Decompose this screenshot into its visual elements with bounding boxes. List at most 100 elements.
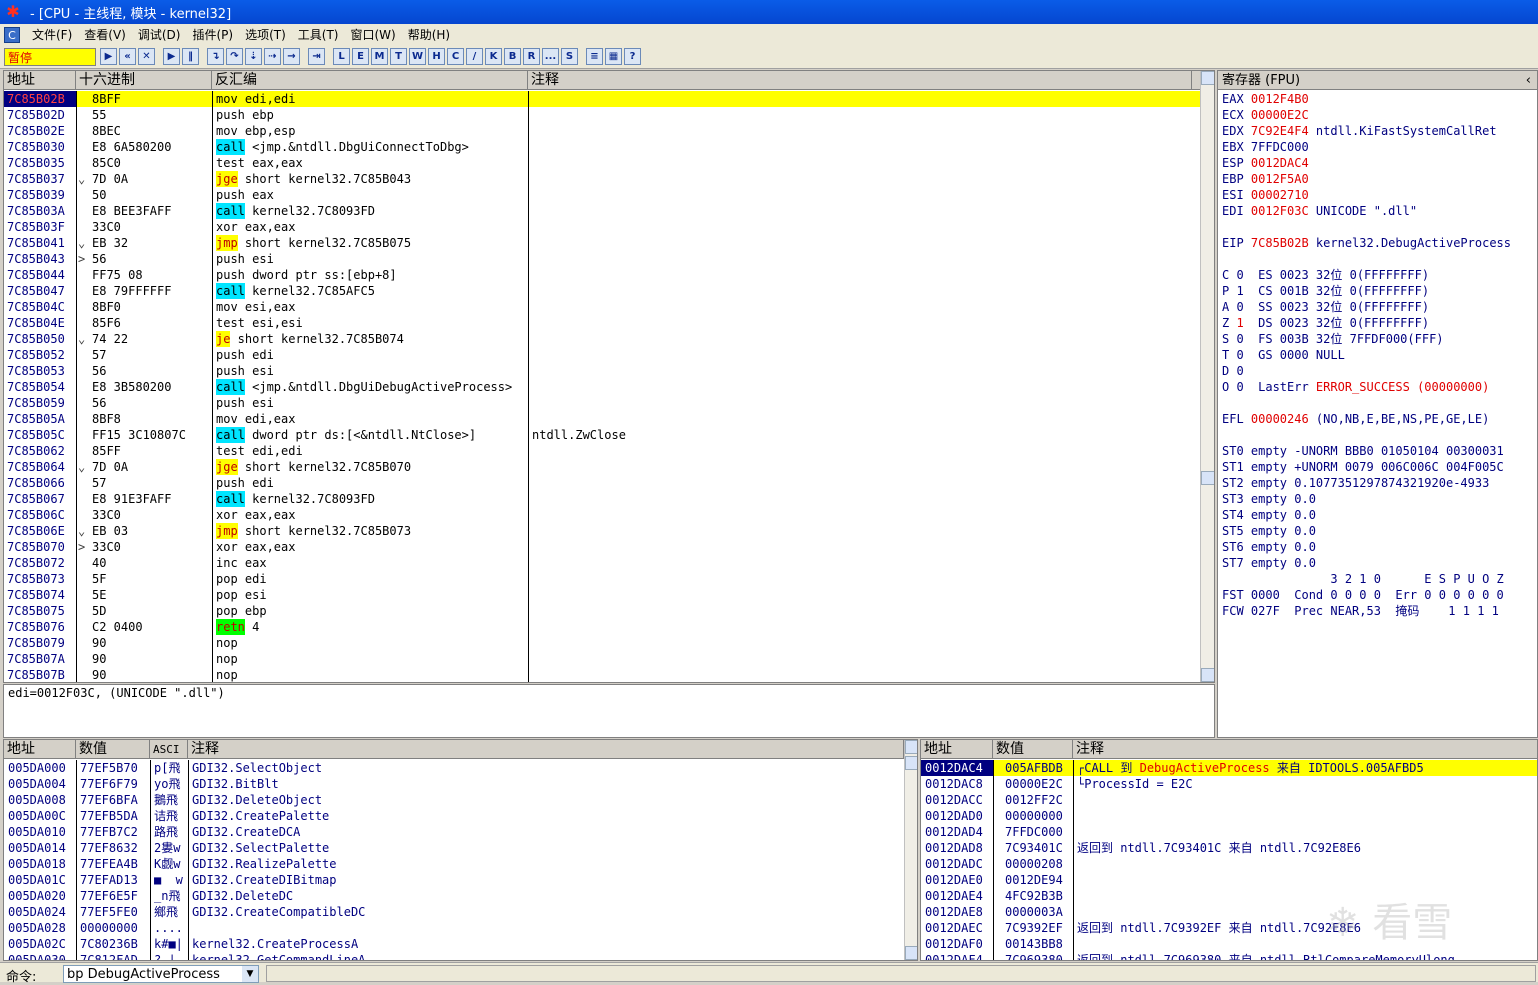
- toolbar-button-...[interactable]: ...: [542, 48, 559, 65]
- register-line[interactable]: ECX 00000E2C: [1222, 107, 1309, 123]
- step-into-icon[interactable]: ↴: [207, 48, 224, 65]
- scroll-thumb[interactable]: [905, 756, 917, 770]
- register-line[interactable]: S 0 FS 003B 32位 7FFDF000(FFF): [1222, 331, 1444, 347]
- toolbar-button-C[interactable]: C: [447, 48, 464, 65]
- scroll-thumb[interactable]: [1201, 471, 1214, 485]
- menu-item[interactable]: 插件(P): [186, 26, 239, 43]
- close-icon[interactable]: ✕: [138, 48, 155, 65]
- register-line[interactable]: EBX 7FFDC000: [1222, 139, 1309, 155]
- trace-over-icon[interactable]: ⇢: [264, 48, 281, 65]
- toolbar-button-H[interactable]: H: [428, 48, 445, 65]
- column-header[interactable]: 注释: [528, 71, 1192, 89]
- column-header[interactable]: 数值: [76, 740, 150, 758]
- disasm-row[interactable]: 7C85B052 57 push edi: [4, 347, 1200, 363]
- toolbar-button-R[interactable]: R: [523, 48, 540, 65]
- dump-row[interactable]: 005DA020 77EF6E5F _n飛 GDI32.DeleteDC: [4, 888, 904, 904]
- dump-row[interactable]: 005DA024 77EF5FE0 鄉飛 GDI32.CreateCompatible…: [4, 904, 904, 920]
- disasm-row[interactable]: 7C85B054 E8 3B580200 call <jmp.&ntdll.Dbg…: [4, 379, 1200, 395]
- disasm-row[interactable]: 7C85B062 85FF test edi,edi: [4, 443, 1200, 459]
- register-line[interactable]: ESI 00002710: [1222, 187, 1309, 203]
- trace-into-icon[interactable]: ⇣: [245, 48, 262, 65]
- dump-row[interactable]: 005DA01C 77EFAD13 ■ w GDI32.CreateDIBitmap: [4, 872, 904, 888]
- menu-item[interactable]: 选项(T): [239, 26, 292, 43]
- scroll-up-icon[interactable]: [1201, 71, 1214, 85]
- toolbar-button-W[interactable]: W: [409, 48, 426, 65]
- help-icon[interactable]: ?: [624, 48, 641, 65]
- column-header[interactable]: 地址: [4, 740, 76, 758]
- toolbar-button-S[interactable]: S: [561, 48, 578, 65]
- column-header[interactable]: 十六进制: [76, 71, 212, 89]
- disasm-row[interactable]: 7C85B074 5E pop esi: [4, 587, 1200, 603]
- stack-pane[interactable]: 地址 数值 注释 0012DAC4 005AFBDB ┌ CALL 到 DebugActi…: [920, 739, 1538, 961]
- disasm-row[interactable]: 7C85B06C 33C0 xor eax,eax: [4, 507, 1200, 523]
- disasm-row[interactable]: 7C85B050 ⌄ 74 22 je short kernel32.7C85B074: [4, 331, 1200, 347]
- scroll-up-icon[interactable]: [905, 740, 917, 754]
- register-line[interactable]: Z 1 DS 0023 32位 0(FFFFFFFF): [1222, 315, 1429, 331]
- stack-row[interactable]: 0012DAE0 0012DE94: [921, 872, 1537, 888]
- disasm-row[interactable]: 7C85B07A 90 nop: [4, 651, 1200, 667]
- disasm-row[interactable]: 7C85B067 E8 91E3FAFF call kernel32.7C8093…: [4, 491, 1200, 507]
- dump-row[interactable]: 005DA02C 7C80236B k#■| kernel32.CreateProce…: [4, 936, 904, 952]
- disasm-row[interactable]: 7C85B044 FF75 08 push dword ptr ss:[ebp+8…: [4, 267, 1200, 283]
- dump-row[interactable]: 005DA014 77EF8632 2婁w GDI32.SelectPalette: [4, 840, 904, 856]
- run-icon[interactable]: ▶: [163, 48, 180, 65]
- menu-item[interactable]: 窗口(W): [344, 26, 401, 43]
- stack-row[interactable]: 0012DAF4 7C969380 返回到 ntdll.7C969380 来自 nt…: [921, 952, 1537, 960]
- disasm-row[interactable]: 7C85B02D 55 push ebp: [4, 107, 1200, 123]
- pause-icon[interactable]: ‖: [182, 48, 199, 65]
- register-line[interactable]: A 0 SS 0023 32位 0(FFFFFFFF): [1222, 299, 1429, 315]
- stack-row[interactable]: 0012DAC4 005AFBDB ┌ CALL 到 DebugActiveProce…: [921, 760, 1537, 776]
- registers-pane[interactable]: 寄存器 (FPU) ‹ EAX 0012F4B0 ECX 00000E2C EDX …: [1217, 70, 1538, 738]
- menu-item[interactable]: 调试(D): [132, 26, 187, 43]
- toolbar-button-T[interactable]: T: [390, 48, 407, 65]
- disasm-row[interactable]: 7C85B066 57 push edi: [4, 475, 1200, 491]
- disasm-row[interactable]: 7C85B07B 90 nop: [4, 667, 1200, 682]
- disasm-row[interactable]: 7C85B053 56 push esi: [4, 363, 1200, 379]
- dump-row[interactable]: 005DA018 77EFEA4B K觑w GDI32.RealizePalette: [4, 856, 904, 872]
- column-header[interactable]: 地址: [4, 71, 76, 89]
- register-line[interactable]: ST4 empty 0.0: [1222, 507, 1316, 523]
- grid-icon[interactable]: ▦: [605, 48, 622, 65]
- menu-item[interactable]: 工具(T): [292, 26, 345, 43]
- register-line[interactable]: T 0 GS 0000 NULL: [1222, 347, 1345, 363]
- disasm-row[interactable]: 7C85B037 ⌄ 7D 0A jge short kernel32.7C85B04…: [4, 171, 1200, 187]
- dump-scrollbar[interactable]: [904, 740, 917, 960]
- dump-row[interactable]: 005DA010 77EFB7C2 路飛 GDI32.CreateDCA: [4, 824, 904, 840]
- stack-row[interactable]: 0012DAD4 7FFDC000: [921, 824, 1537, 840]
- disasm-row[interactable]: 7C85B02B 8BFF mov edi,edi: [4, 91, 1200, 107]
- register-line[interactable]: EDX 7C92E4F4 ntdll.KiFastSystemCallRet: [1222, 123, 1497, 139]
- column-header[interactable]: ASCI: [150, 740, 188, 758]
- scroll-down-icon[interactable]: [1201, 668, 1214, 682]
- disasm-row[interactable]: 7C85B035 85C0 test eax,eax: [4, 155, 1200, 171]
- step-over-icon[interactable]: ↷: [226, 48, 243, 65]
- disasm-row[interactable]: 7C85B04E 85F6 test esi,esi: [4, 315, 1200, 331]
- toolbar-button-M[interactable]: M: [371, 48, 388, 65]
- app-menu-icon[interactable]: C: [4, 26, 20, 43]
- register-line[interactable]: EBP 0012F5A0: [1222, 171, 1309, 187]
- disasm-row[interactable]: 7C85B076 C2 0400 retn 4: [4, 619, 1200, 635]
- dump-row[interactable]: 005DA008 77EF6BFA 鵝飛 GDI32.DeleteObject: [4, 792, 904, 808]
- register-line[interactable]: EFL 00000246 (NO,NB,E,BE,NS,PE,GE,LE): [1222, 411, 1489, 427]
- column-header[interactable]: 数值: [993, 740, 1073, 758]
- toolbar-button-B[interactable]: B: [504, 48, 521, 65]
- register-line[interactable]: ST3 empty 0.0: [1222, 491, 1316, 507]
- restart-icon[interactable]: «: [119, 48, 136, 65]
- disasm-row[interactable]: 7C85B075 5D pop ebp: [4, 603, 1200, 619]
- register-line[interactable]: P 1 CS 001B 32位 0(FFFFFFFF): [1222, 283, 1429, 299]
- goto-icon[interactable]: ⇥: [308, 48, 325, 65]
- register-line[interactable]: FST 0000 Cond 0 0 0 0 Err 0 0 0 0 0 0: [1222, 587, 1504, 603]
- disasm-row[interactable]: 7C85B05A 8BF8 mov edi,eax: [4, 411, 1200, 427]
- command-input[interactable]: bp DebugActiveProcess ▼: [63, 965, 259, 983]
- column-header[interactable]: 注释: [188, 740, 904, 758]
- toolbar-button-K[interactable]: K: [485, 48, 502, 65]
- disasm-row[interactable]: 7C85B06E ⌄ EB 03 jmp short kernel32.7C85B07…: [4, 523, 1200, 539]
- column-header[interactable]: 注释: [1073, 740, 1537, 758]
- disasm-row[interactable]: 7C85B05C FF15 3C10807C call dword ptr ds:…: [4, 427, 1200, 443]
- register-line[interactable]: ST1 empty +UNORM 0079 006C006C 004F005C: [1222, 459, 1504, 475]
- register-line[interactable]: C 0 ES 0023 32位 0(FFFFFFFF): [1222, 267, 1429, 283]
- disasm-row[interactable]: 7C85B030 E8 6A580200 call <jmp.&ntdll.Dbg…: [4, 139, 1200, 155]
- disassembly-scrollbar[interactable]: [1200, 71, 1214, 682]
- dump-row[interactable]: 005DA00C 77EFB5DA 诘飛 GDI32.CreatePalette: [4, 808, 904, 824]
- disasm-row[interactable]: 7C85B047 E8 79FFFFFF call kernel32.7C85AF…: [4, 283, 1200, 299]
- register-line[interactable]: ST0 empty -UNORM BBB0 01050104 00300031: [1222, 443, 1504, 459]
